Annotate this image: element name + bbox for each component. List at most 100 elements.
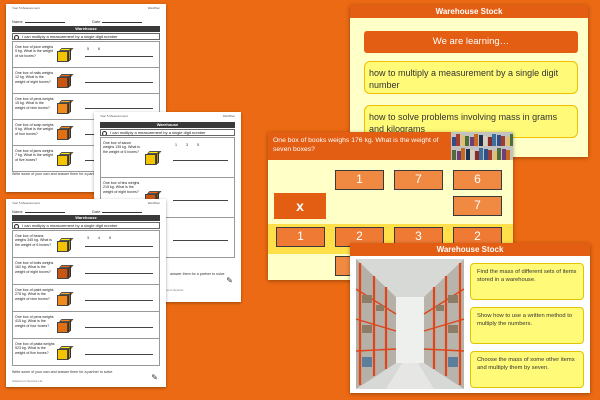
question-row: One box of beans weighs 345 kg. What is … [12, 231, 160, 258]
answer-line[interactable] [85, 56, 153, 57]
worksheet-meta-right: Wed/Rec [147, 6, 160, 10]
book-spine [479, 148, 483, 160]
question-text: One box of bolts weighs 162 kg. What is … [15, 261, 54, 274]
worksheet-footer-credit: Classroom Secrets Ltd [12, 379, 43, 383]
stock-point-2: Show how to use a written method to mult… [470, 307, 584, 344]
instruction-text: I can multiply a measurement by a single… [22, 34, 118, 39]
worksheet-meta-left: Year 5 Measurement [100, 114, 128, 118]
magnifier-icon [14, 34, 19, 39]
grid-question: One box of books weighs 176 kg. What is … [268, 132, 451, 160]
name-label: Name [12, 19, 65, 24]
question-text: One box of pens weighs 415 kg. What is t… [15, 315, 54, 328]
slide-title: Warehouse Stock [350, 243, 590, 256]
calculation-digits: 5 6 [87, 47, 104, 51]
question-row: One box of bolts weighs 162 kg. What is … [12, 258, 160, 285]
question-row: One box of paint weighs 278 kg. What is … [12, 285, 160, 312]
question-row: One box of juice weighs 5 kg. What is th… [12, 42, 160, 68]
slide-warehouse-stock: Warehouse Stock Find the mass of differe… [350, 243, 590, 393]
worksheet-title: Warehouse [100, 122, 235, 128]
question-grid: One box of beans weighs 345 kg. What is … [12, 230, 160, 366]
box-icon [57, 100, 74, 114]
answer-line[interactable] [85, 108, 153, 109]
worksheet-instruction: I can multiply a measurement by a single… [100, 129, 235, 136]
answer-line[interactable] [85, 82, 153, 83]
answer-line[interactable] [173, 240, 228, 241]
question-text: One box of soap weighs 9 kg. What is the… [15, 123, 54, 136]
stock-point-3: Choose the mass of some other items and … [470, 351, 584, 388]
pencil-icon: ✎ [151, 373, 158, 382]
book-spine [470, 150, 474, 160]
learning-banner: We are learning… [364, 31, 578, 53]
calculation-digits: 1 3 5 [175, 143, 203, 147]
calculation-digits: 3 4 5 [87, 236, 115, 240]
stock-point-1: Find the mass of different sets of items… [470, 263, 584, 300]
question-row: One box of pasta weighs 523 kg. What is … [12, 339, 160, 366]
book-spine [492, 134, 496, 146]
question-text: One box of juice weighs 5 kg. What is th… [15, 45, 54, 58]
grid-cell-r1-hundreds[interactable]: 1 [335, 170, 384, 190]
box-icon [57, 74, 74, 88]
instruction-text: I can multiply a measurement by a single… [22, 223, 118, 228]
box-icon [57, 152, 74, 166]
answer-line[interactable] [85, 273, 153, 274]
objective-1: how to multiply a measurement by a singl… [364, 61, 578, 94]
answer-line[interactable] [85, 300, 153, 301]
book-spine [461, 148, 465, 160]
magnifier-icon [102, 130, 107, 135]
grid-cell-multiplier[interactable]: 7 [453, 196, 502, 216]
box-icon [57, 346, 74, 360]
worksheet-meta-right: Wed/Rec [222, 114, 235, 118]
question-text: One box of tins weighs 215 kg. What is t… [103, 181, 140, 194]
question-text: One box of pens weighs 15 kg. What is th… [15, 97, 54, 110]
name-label: Name [12, 209, 65, 214]
answer-line[interactable] [85, 246, 153, 247]
book-spine [510, 134, 513, 146]
magnifier-icon [14, 223, 19, 228]
book-spine [501, 136, 505, 146]
worksheet-footer: answer them for a partner to solve [170, 272, 225, 276]
worksheet-title: Warehouse [12, 215, 160, 221]
box-icon [57, 48, 74, 62]
book-spine [452, 150, 456, 160]
times-symbol: x [274, 193, 326, 219]
answer-line[interactable] [85, 327, 153, 328]
book-spine [497, 148, 501, 160]
answer-line[interactable] [173, 200, 228, 201]
answer-line[interactable] [173, 160, 228, 161]
question-text: One box of nails weighs 12 kg. What is t… [15, 71, 54, 84]
worksheet-title: Warehouse [12, 26, 160, 32]
question-text: One box of pasta weighs 523 kg. What is … [15, 342, 55, 355]
box-icon [57, 292, 74, 306]
question-text: One box of jams weighs 7 kg. What is the… [15, 149, 54, 162]
worksheet-footer: Write some of your own and answer them f… [12, 370, 114, 374]
worksheet-meta-right: Wed/Rec [147, 201, 160, 205]
worksheet-meta-left: Year 5 Measurement [12, 201, 40, 205]
bookshelf-image [451, 132, 513, 160]
question-row: One box of nails weighs 12 kg. What is t… [12, 68, 160, 94]
book-spine [483, 136, 487, 146]
book-spine [465, 136, 469, 146]
book-spine [474, 134, 478, 146]
question-text: One box of paint weighs 278 kg. What is … [15, 288, 54, 301]
worksheet-meta-left: Year 5 Measurement [12, 6, 40, 10]
instruction-text: I can multiply a measurement by a single… [110, 130, 206, 135]
question-row: One box of pens weighs 415 kg. What is t… [12, 312, 160, 339]
question-text: One box of beans weighs 345 kg. What is … [15, 234, 52, 247]
grid-cell-r3-thousands[interactable]: 1 [276, 227, 325, 247]
answer-line[interactable] [85, 354, 153, 355]
question-text: One box of sauce weighs 135 kg. What is … [103, 141, 140, 154]
box-icon [145, 151, 162, 165]
date-label: Date [92, 209, 142, 214]
slide-title: Warehouse Stock [350, 5, 588, 18]
grid-cell-r1-ones[interactable]: 6 [453, 170, 502, 190]
question-row: One box of sauce weighs 135 kg. What is … [100, 138, 235, 178]
worksheet-instruction: I can multiply a measurement by a single… [12, 33, 160, 40]
book-spine [456, 134, 460, 146]
box-icon [57, 265, 74, 279]
pencil-icon: ✎ [226, 276, 233, 285]
worksheet-3: Year 5 Measurement Wed/Rec Name Date War… [6, 199, 166, 387]
book-spine [506, 150, 510, 160]
grid-cell-r1-tens[interactable]: 7 [394, 170, 443, 190]
box-icon [57, 319, 74, 333]
date-label: Date [92, 19, 142, 24]
